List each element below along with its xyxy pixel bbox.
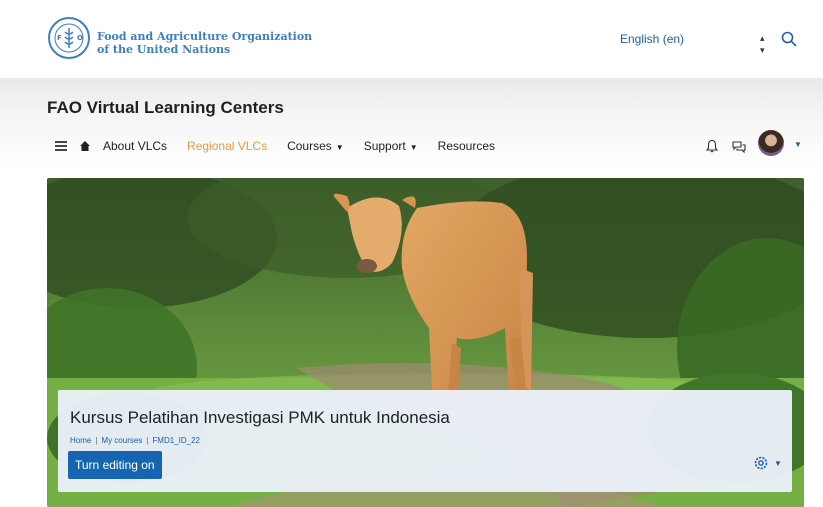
language-select[interactable]: English (en): [620, 32, 684, 46]
nav-item-support[interactable]: Support ▼: [364, 139, 418, 153]
nav-item-label: About VLCs: [103, 139, 168, 153]
org-name-line2: of the United Nations: [97, 43, 231, 56]
nav-item-label: Resources: [437, 139, 496, 153]
bell-icon[interactable]: [705, 139, 719, 153]
breadcrumb-course[interactable]: FMD1_ID_22: [152, 436, 200, 445]
avatar[interactable]: [758, 130, 784, 156]
fao-logo-icon[interactable]: F O: [47, 16, 91, 60]
breadcrumb-my-courses[interactable]: My courses: [101, 436, 142, 445]
breadcrumb-home[interactable]: Home: [70, 436, 91, 445]
gear-icon[interactable]: [752, 454, 770, 472]
chat-icon[interactable]: [731, 139, 746, 154]
nav-item-courses[interactable]: Courses ▼: [287, 139, 344, 153]
course-title: Kursus Pelatihan Investigasi PMK untuk I…: [70, 408, 450, 427]
breadcrumb-separator: |: [146, 436, 149, 445]
top-bar: F O Food and Agriculture Organization of…: [0, 0, 823, 78]
search-icon[interactable]: [780, 30, 798, 48]
hamburger-menu-icon[interactable]: [55, 141, 67, 151]
turn-editing-on-button[interactable]: Turn editing on: [68, 451, 162, 479]
site-header: FAO Virtual Learning Centers About VLCs …: [0, 78, 823, 170]
breadcrumb: Home | My courses | FMD1_ID_22: [70, 436, 200, 445]
nav-item-label: Support: [363, 139, 406, 153]
course-header-panel: Kursus Pelatihan Investigasi PMK untuk I…: [58, 390, 792, 492]
user-menu-caret-icon[interactable]: ▼: [794, 140, 802, 149]
primary-nav: About VLCs Regional VLCs Courses ▼ Suppor…: [55, 136, 515, 156]
home-icon[interactable]: [79, 140, 91, 152]
nav-item-about-vlcs[interactable]: About VLCs: [103, 139, 167, 153]
org-name[interactable]: Food and Agriculture Organization of the…: [97, 30, 312, 56]
caret-down-icon: ▼: [335, 143, 344, 152]
caret-down-icon: ▼: [409, 143, 418, 152]
nav-item-label: Courses: [287, 139, 332, 153]
nav-item-label: Regional VLCs: [187, 139, 268, 153]
nav-item-resources[interactable]: Resources: [438, 139, 495, 153]
svg-text:O: O: [77, 34, 83, 42]
breadcrumb-separator: |: [95, 436, 98, 445]
site-title[interactable]: FAO Virtual Learning Centers: [47, 98, 284, 118]
svg-text:F: F: [57, 34, 62, 42]
org-name-line1: Food and Agriculture Organization: [97, 30, 313, 43]
nav-item-regional-vlcs[interactable]: Regional VLCs: [187, 139, 267, 153]
settings-caret-icon[interactable]: ▼: [774, 459, 782, 468]
select-arrows-icon[interactable]: ▴ ▾: [760, 32, 765, 56]
